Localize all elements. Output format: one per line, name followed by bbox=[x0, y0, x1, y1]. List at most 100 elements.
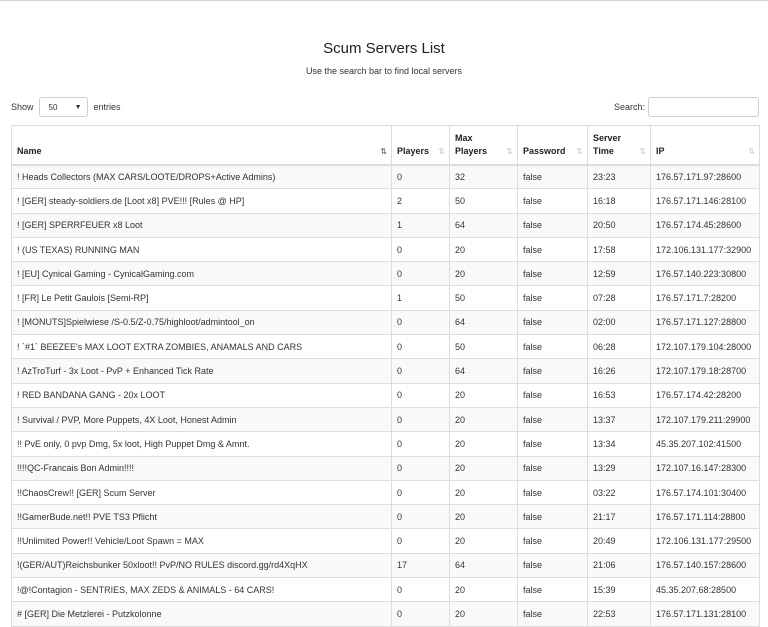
cell-ip: 176.57.171.131:28100 bbox=[650, 601, 760, 627]
cell-players: 2 bbox=[391, 188, 450, 214]
cell-ip: 176.57.171.7:28200 bbox=[650, 285, 760, 311]
cell-server-time: 22:53 bbox=[587, 601, 651, 627]
cell-password: false bbox=[517, 406, 588, 433]
cell-max-players: 64 bbox=[449, 358, 518, 384]
cell-server-time: 16:26 bbox=[587, 358, 651, 384]
table-row: # [GER] Die Metzlerei - Putzkolonne 0 20 fa… bbox=[11, 601, 760, 627]
cell-ip: 176.57.171.97:28600 bbox=[650, 163, 760, 190]
cell-players: 17 bbox=[391, 552, 450, 579]
cell-password: false bbox=[517, 528, 588, 554]
table-row: ! (US TEXAS) RUNNING MAN 0 20 false 17:58 172… bbox=[11, 236, 760, 263]
cell-server-time: 13:37 bbox=[587, 406, 651, 433]
cell-max-players: 20 bbox=[449, 504, 518, 530]
cell-players: 0 bbox=[391, 601, 450, 627]
table-row: ! [FR] Le Petit Gaulois [Semi-RP] 1 50 fals… bbox=[11, 285, 760, 311]
cell-server-time: 15:39 bbox=[587, 577, 651, 603]
cell-name: ! Survival / PVP, More Puppets, 4X Loot,… bbox=[11, 406, 392, 433]
cell-max-players: 50 bbox=[449, 334, 518, 360]
cell-ip: 172.107.179.104:28000 bbox=[650, 334, 760, 360]
cell-name: !!!!QC-Francais Bon Admin!!!! bbox=[11, 455, 392, 481]
cell-players: 0 bbox=[391, 163, 450, 190]
cell-server-time: 13:29 bbox=[587, 455, 651, 481]
cell-server-time: 23:23 bbox=[587, 163, 651, 190]
servers-table: Name ⇅ Players ⇅ Max Players ⇅ Password … bbox=[11, 125, 760, 627]
sort-ascending-icon: ⇅ bbox=[380, 146, 387, 156]
cell-password: false bbox=[517, 382, 588, 408]
cell-server-time: 17:58 bbox=[587, 236, 651, 263]
cell-players: 0 bbox=[391, 382, 450, 408]
cell-max-players: 64 bbox=[449, 212, 518, 238]
table-row: ! RED BANDANA GANG - 20x LOOT 0 20 false 16:… bbox=[11, 382, 760, 408]
page-title: Scum Servers List bbox=[323, 40, 445, 57]
cell-password: false bbox=[517, 601, 588, 627]
table-row: ! [GER] SPERRFEUER x8 Loot 1 64 false 20:50 1… bbox=[11, 212, 760, 238]
cell-name: # [GER] Die Metzlerei - Putzkolonne bbox=[11, 601, 392, 627]
cell-max-players: 64 bbox=[449, 552, 518, 579]
sort-icon: ⇅ bbox=[639, 146, 646, 156]
cell-ip: 45.35.207.68:28500 bbox=[650, 577, 760, 603]
cell-name: ! [EU] Cynical Gaming - CynicalGaming.co… bbox=[11, 261, 392, 287]
cell-password: false bbox=[517, 285, 588, 311]
cell-name: ! [GER] steady-soldiers.de [Loot x8] PVE… bbox=[11, 188, 392, 214]
cell-password: false bbox=[517, 455, 588, 481]
column-header-password[interactable]: Password ⇅ bbox=[517, 125, 588, 166]
entries-label: entries bbox=[93, 102, 121, 112]
cell-ip: 172.106.131.177:32900 bbox=[650, 236, 760, 263]
cell-players: 0 bbox=[391, 431, 450, 457]
column-header-server-time[interactable]: Server Time ⇅ bbox=[587, 125, 651, 166]
cell-ip: 172.107.179.211:29900 bbox=[650, 406, 760, 433]
cell-players: 0 bbox=[391, 577, 450, 603]
cell-name: !(GER/AUT)Reichsbunker 50xloot!! PvP/NO … bbox=[11, 552, 392, 579]
cell-players: 0 bbox=[391, 455, 450, 481]
cell-name: ! [FR] Le Petit Gaulois [Semi-RP] bbox=[11, 285, 392, 311]
cell-ip: 176.57.171.146:28100 bbox=[650, 188, 760, 214]
cell-server-time: 21:17 bbox=[587, 504, 651, 530]
cell-password: false bbox=[517, 577, 588, 603]
column-header-name[interactable]: Name ⇅ bbox=[11, 125, 392, 166]
cell-max-players: 20 bbox=[449, 601, 518, 627]
cell-password: false bbox=[517, 334, 588, 360]
entries-per-page-select[interactable]: 50 ▼ bbox=[38, 97, 88, 117]
cell-max-players: 20 bbox=[449, 528, 518, 554]
cell-password: false bbox=[517, 431, 588, 457]
table-row: ! AzTroTurf - 3x Loot - PvP + Enhanced T… bbox=[11, 358, 760, 384]
column-header-players[interactable]: Players ⇅ bbox=[391, 125, 450, 166]
cell-name: !!Unlimited Power!! Vehicle/Loot Spawn =… bbox=[11, 528, 392, 554]
cell-name: ! AzTroTurf - 3x Loot - PvP + Enhanced T… bbox=[11, 358, 392, 384]
cell-max-players: 32 bbox=[449, 163, 518, 190]
cell-players: 0 bbox=[391, 406, 450, 433]
cell-name: ! (US TEXAS) RUNNING MAN bbox=[11, 236, 392, 263]
cell-players: 0 bbox=[391, 504, 450, 530]
sort-icon: ⇅ bbox=[576, 146, 583, 156]
cell-name: ! RED BANDANA GANG - 20x LOOT bbox=[11, 382, 392, 408]
cell-name: ! `#1` BEEZEE's MAX LOOT EXTRA ZOMBIES, … bbox=[11, 334, 392, 360]
cell-ip: 172.107.16.147:28300 bbox=[650, 455, 760, 481]
column-header-ip[interactable]: IP ⇅ bbox=[650, 125, 760, 166]
cell-max-players: 64 bbox=[449, 309, 518, 336]
cell-name: ! Heads Collectors (MAX CARS/LOOTE/DROPS… bbox=[11, 163, 392, 190]
cell-server-time: 03:22 bbox=[587, 479, 651, 506]
cell-max-players: 20 bbox=[449, 261, 518, 287]
cell-max-players: 50 bbox=[449, 285, 518, 311]
cell-server-time: 06:28 bbox=[587, 334, 651, 360]
cell-password: false bbox=[517, 261, 588, 287]
search-input[interactable] bbox=[648, 97, 759, 117]
cell-max-players: 50 bbox=[449, 188, 518, 214]
cell-name: ! [MONUTS]Spielwiese /S-0.5/Z-0.75/highl… bbox=[11, 309, 392, 336]
cell-server-time: 16:18 bbox=[587, 188, 651, 214]
cell-password: false bbox=[517, 479, 588, 506]
show-label: Show bbox=[11, 102, 34, 112]
cell-players: 0 bbox=[391, 358, 450, 384]
cell-server-time: 12:59 bbox=[587, 261, 651, 287]
entries-length-control: Show 50 ▼ entries bbox=[11, 97, 121, 117]
cell-ip: 172.107.179.18:28700 bbox=[650, 358, 760, 384]
cell-server-time: 07:28 bbox=[587, 285, 651, 311]
column-header-max-players[interactable]: Max Players ⇅ bbox=[449, 125, 518, 166]
table-row: ! `#1` BEEZEE's MAX LOOT EXTRA ZOMBIES, … bbox=[11, 334, 760, 360]
cell-players: 1 bbox=[391, 285, 450, 311]
table-row: !!Unlimited Power!! Vehicle/Loot Spawn =… bbox=[11, 528, 760, 554]
cell-ip: 176.57.140.223:30800 bbox=[650, 261, 760, 287]
cell-players: 1 bbox=[391, 212, 450, 238]
table-row: !! PvE only, 0 pvp Dmg, 5x loot, High Pu… bbox=[11, 431, 760, 457]
cell-server-time: 16:53 bbox=[587, 382, 651, 408]
